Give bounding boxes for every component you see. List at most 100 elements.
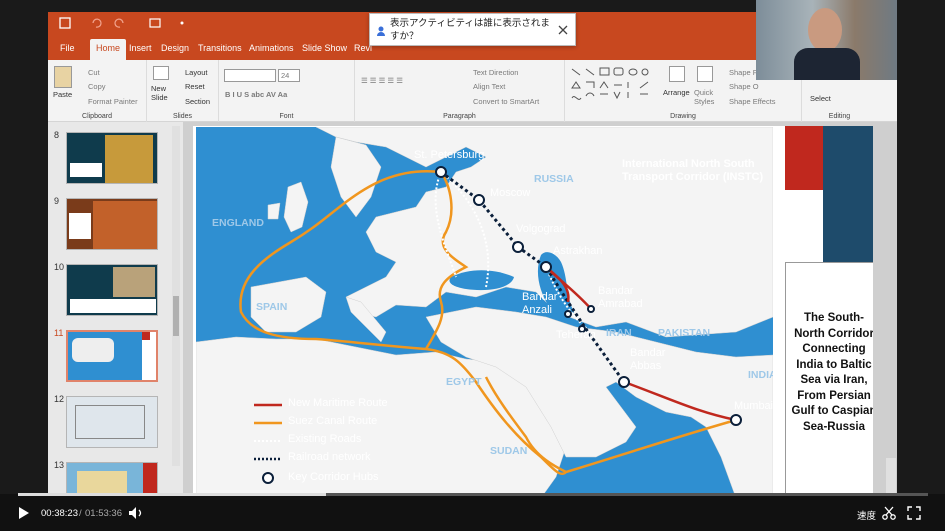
current-time: 00:38:23 (41, 508, 78, 519)
shapes-gallery[interactable] (569, 66, 651, 100)
slide-number: 10 (54, 262, 65, 272)
arrange-icon[interactable] (669, 66, 685, 82)
fullscreen-icon[interactable] (907, 506, 921, 520)
tab-file[interactable]: File (54, 39, 81, 60)
country-label: SUDAN (490, 445, 528, 457)
tab-home[interactable]: Home (90, 39, 127, 60)
font-group: 24 B I U S abc AV Aa Font (219, 60, 355, 122)
shape-outline-button[interactable]: Shape O (729, 82, 759, 91)
slide-number: 12 (54, 394, 65, 404)
quick-access-toolbar (59, 17, 184, 29)
present-icon (149, 18, 161, 28)
arrange-button[interactable]: Arrange (663, 88, 690, 97)
close-icon[interactable] (558, 25, 568, 35)
country-label: EGYPT (446, 376, 482, 388)
map-title-line-1: International North South (622, 158, 755, 170)
city-label: Volgograd (516, 223, 566, 235)
slide-number: 11 (54, 328, 64, 338)
section-button[interactable]: Section (185, 97, 210, 106)
city-label: Teheran (556, 329, 596, 341)
font-size-input[interactable]: 24 (278, 69, 300, 82)
shape-fill-button[interactable]: Shape F (729, 68, 757, 77)
select-button[interactable]: Select (810, 94, 831, 103)
text-direction-button[interactable]: Text Direction (473, 68, 518, 77)
paste-button[interactable]: Paste (53, 90, 72, 99)
cut-button[interactable]: Cut (88, 68, 100, 77)
tab-transitions[interactable]: Transitions (192, 39, 248, 60)
font-name-input[interactable] (224, 69, 276, 82)
tab-animations[interactable]: Animations (243, 39, 300, 60)
tab-slide-show[interactable]: Slide Show (296, 39, 353, 60)
video-player-controls: 00:38:23 / 01:53:36 速度 (0, 494, 945, 531)
paragraph-group: Text Direction Align Text Convert to Sma… (355, 60, 565, 122)
clipboard-group: Paste Cut Copy Format Painter Clipboard (48, 60, 147, 122)
country-label: IRAN (606, 327, 632, 339)
progress-fill (18, 493, 326, 496)
map-title: International North South Transport Corri… (622, 158, 763, 184)
copy-button[interactable]: Copy (88, 82, 106, 91)
play-icon[interactable] (18, 506, 30, 520)
tab-insert[interactable]: Insert (123, 39, 158, 60)
current-slide: International North South Transport Corri… (193, 126, 873, 494)
shape-effects-button[interactable]: Shape Effects (729, 97, 776, 106)
legend-item: Existing Roads (288, 433, 362, 445)
undo-icon (92, 18, 102, 28)
city-label: Moscow (490, 187, 531, 199)
slides-group: New Slide Layout Reset Section Slides (147, 60, 219, 122)
slide-number: 13 (54, 460, 65, 470)
speaker-face (808, 8, 842, 52)
slide-thumb[interactable] (66, 264, 158, 316)
city-label: St. Petersburg (414, 149, 485, 161)
slide-thumb[interactable] (66, 132, 158, 184)
volume-icon[interactable] (128, 506, 144, 520)
slide-thumb[interactable] (66, 462, 158, 494)
slide-thumb[interactable] (66, 396, 158, 448)
activity-notification[interactable]: 表示アクティビティは誰に表示されますか？ (369, 13, 576, 46)
slides-label: Slides (172, 113, 193, 120)
new-slide-button[interactable]: New Slide (151, 84, 175, 102)
reset-button[interactable]: Reset (185, 82, 205, 91)
city-label: Mumbai (734, 400, 773, 412)
tab-design[interactable]: Design (155, 39, 195, 60)
font-format-buttons[interactable]: B I U S abc AV Aa (225, 90, 287, 99)
quick-styles-icon[interactable] (697, 66, 713, 82)
slide-number: 9 (54, 196, 60, 206)
time-separator: / (79, 508, 82, 519)
accent-bar-dark (823, 126, 873, 262)
redo-icon (114, 18, 124, 28)
country-label: SPAIN (256, 301, 288, 313)
clipboard-label: Clipboard (82, 113, 112, 120)
paste-icon[interactable] (54, 66, 72, 88)
editing-label: Editing (828, 113, 851, 120)
thumbnail-scrollbar[interactable] (172, 126, 180, 466)
progress-bar[interactable] (18, 493, 928, 496)
editor-scroll-buttons[interactable] (886, 458, 896, 494)
layout-button[interactable]: Layout (185, 68, 208, 77)
drawing-label: Drawing (670, 113, 696, 120)
align-text-button[interactable]: Align Text (473, 82, 505, 91)
country-label: INDIA (748, 369, 773, 381)
slide-number: 8 (54, 130, 60, 140)
slide-thumbnail-pane: 8 9 10 11 12 13 (48, 122, 183, 494)
new-slide-icon[interactable] (153, 66, 169, 80)
city-label: Bandar Abbas (630, 347, 666, 372)
map-title-line-2: Transport Corridor (INSTC) (622, 171, 764, 183)
format-painter-button[interactable]: Format Painter (88, 97, 138, 106)
legend-item: Railroad network (288, 451, 371, 463)
speed-button[interactable]: 速度 (857, 508, 876, 522)
slide-thumb[interactable] (66, 198, 158, 250)
powerpoint-window: File Home Insert Design Transitions Anim… (48, 12, 897, 494)
scissors-icon[interactable] (882, 506, 896, 520)
people-icon (377, 26, 385, 36)
slide-side-panel: The South-North Corridor Connecting Indi… (785, 262, 873, 494)
country-label: ENGLAND (212, 217, 264, 229)
quick-styles-button[interactable]: Quick Styles (694, 88, 722, 106)
city-label: Bandar Anzali (522, 291, 558, 316)
list-buttons[interactable]: ☰ ☰ ☰ ☰ ☰ (361, 76, 403, 85)
slide-thumb-selected[interactable] (66, 330, 158, 382)
legend-item: Suez Canal Route (288, 415, 378, 427)
slide-editor: International North South Transport Corri… (183, 122, 897, 494)
legend-item: Key Corridor Hubs (288, 471, 379, 483)
convert-smartart-button[interactable]: Convert to SmartArt (473, 97, 539, 106)
speaker-body (794, 48, 860, 80)
